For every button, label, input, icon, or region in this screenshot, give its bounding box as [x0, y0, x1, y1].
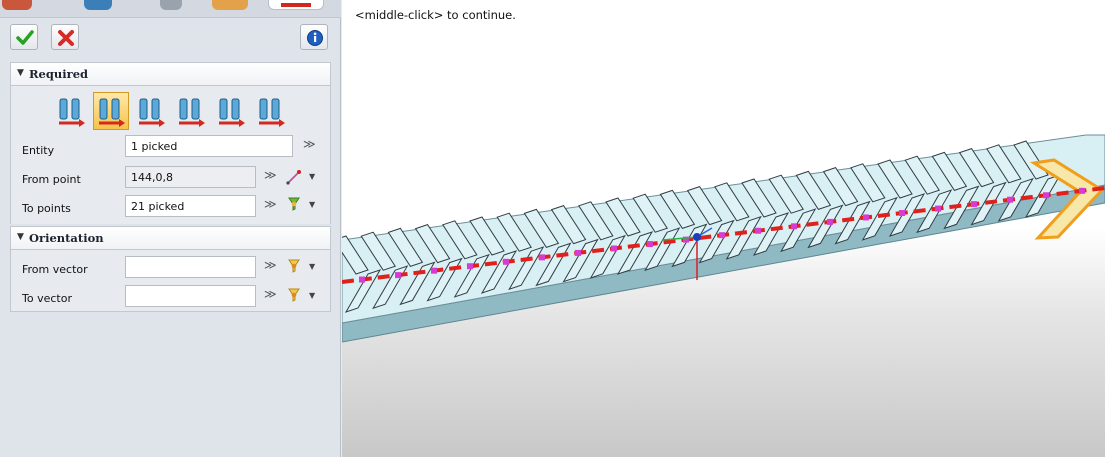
tab-icon-fragment[interactable]	[212, 0, 248, 10]
info-button[interactable]	[300, 24, 328, 50]
cancel-button[interactable]	[51, 24, 79, 50]
target-point-marker[interactable]	[791, 223, 797, 230]
target-point-marker[interactable]	[539, 254, 545, 261]
target-point-marker[interactable]	[863, 214, 869, 221]
target-point-marker[interactable]	[899, 210, 905, 217]
dropdown-arrow-icon[interactable]: ▼	[309, 291, 315, 300]
to-points-field[interactable]: 21 picked	[125, 195, 256, 217]
from-point-label: From point	[22, 173, 81, 186]
target-point-marker[interactable]	[1043, 192, 1049, 199]
from-point-field[interactable]: 144,0,8	[125, 166, 256, 188]
double-chevron-icon[interactable]: ≫	[264, 258, 277, 272]
to-vector-field[interactable]	[125, 285, 256, 307]
target-point-marker[interactable]	[503, 258, 509, 265]
entity-label: Entity	[22, 144, 55, 157]
align-type-selector	[53, 92, 293, 130]
target-point-marker[interactable]	[1007, 196, 1013, 203]
dropdown-arrow-icon[interactable]: ▼	[309, 262, 315, 271]
align-type-5-button[interactable]	[213, 92, 249, 130]
active-tab[interactable]	[268, 0, 324, 10]
close-icon	[58, 30, 74, 46]
target-point-marker[interactable]	[971, 201, 977, 208]
to-points-label: To points	[22, 202, 71, 215]
double-chevron-icon[interactable]: ≫	[264, 287, 277, 301]
align-type-6-button[interactable]	[253, 92, 289, 130]
target-point-marker[interactable]	[719, 232, 725, 239]
double-chevron-icon[interactable]: ≫	[264, 168, 277, 182]
align-type-4-button[interactable]	[173, 92, 209, 130]
align-type-3-button[interactable]	[133, 92, 169, 130]
align-type-2-button[interactable]	[93, 92, 129, 130]
part-model[interactable]	[342, 0, 1105, 457]
required-section-header[interactable]: ▼ Required	[10, 62, 331, 86]
align-type-2-icon	[99, 98, 125, 127]
graphics-viewport[interactable]: <middle-click> to continue.	[342, 0, 1105, 457]
double-chevron-icon[interactable]: ≫	[264, 197, 277, 211]
dropdown-arrow-icon[interactable]: ▼	[309, 200, 315, 209]
orientation-section-header[interactable]: ▼ Orientation	[10, 226, 331, 250]
tab-icon-fragment[interactable]	[2, 0, 32, 10]
target-point-marker[interactable]	[755, 227, 761, 234]
from-vector-label: From vector	[22, 263, 88, 276]
section-title: Orientation	[29, 231, 104, 245]
tab-icon-fragment[interactable]	[160, 0, 182, 10]
target-point-marker[interactable]	[1079, 187, 1085, 194]
dialog-actions	[6, 24, 332, 54]
align-type-1-button[interactable]	[53, 92, 89, 130]
ribbon-tab-strip	[0, 0, 341, 18]
from-vector-field[interactable]	[125, 256, 256, 278]
align-type-4-icon	[179, 98, 205, 127]
entity-field[interactable]: 1 picked	[125, 135, 293, 157]
collapse-arrow-icon: ▼	[17, 232, 24, 242]
target-point-marker[interactable]	[395, 272, 401, 279]
target-point-marker[interactable]	[611, 245, 617, 252]
target-point-marker[interactable]	[431, 267, 437, 274]
dropdown-arrow-icon[interactable]: ▼	[309, 172, 315, 181]
target-point-marker[interactable]	[827, 218, 833, 225]
options-panel: ▼ Required Entity 1 picked ≫ From point …	[0, 0, 341, 457]
vector-filter-icon[interactable]	[286, 258, 302, 274]
align-type-6-icon	[259, 98, 285, 127]
pick-filter-icon[interactable]	[286, 196, 302, 212]
section-title: Required	[29, 67, 89, 81]
double-chevron-icon[interactable]: ≫	[303, 137, 316, 151]
target-point-marker[interactable]	[647, 241, 653, 248]
info-icon	[307, 30, 323, 46]
to-vector-label: To vector	[22, 292, 72, 305]
target-point-marker[interactable]	[575, 249, 581, 256]
target-point-marker[interactable]	[467, 263, 473, 270]
vector-filter-icon[interactable]	[286, 287, 302, 303]
checkmark-icon	[16, 30, 34, 45]
target-point-marker[interactable]	[935, 205, 941, 212]
point-picker-icon[interactable]	[286, 169, 302, 185]
collapse-arrow-icon: ▼	[17, 68, 24, 78]
align-type-5-icon	[219, 98, 245, 127]
ok-button[interactable]	[10, 24, 38, 50]
align-type-1-icon	[59, 98, 85, 127]
tab-icon-fragment[interactable]	[84, 0, 112, 10]
target-point-marker[interactable]	[359, 276, 365, 283]
align-type-3-icon	[139, 98, 165, 127]
